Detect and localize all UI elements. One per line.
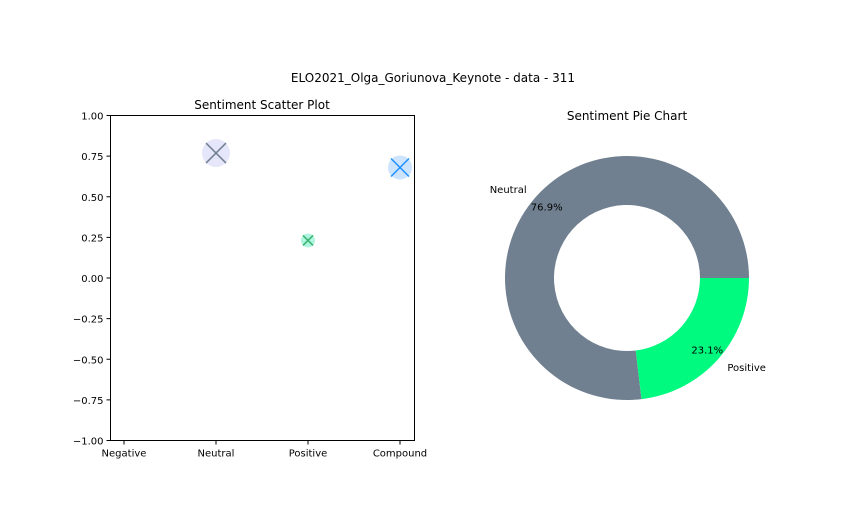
figure: ELO2021_Olga_Goriunova_Keynote - data - … xyxy=(0,0,851,530)
scatter-point-neutral xyxy=(202,139,230,167)
y-tick-label: −0.50 xyxy=(73,355,104,366)
pie-title: Sentiment Pie Chart xyxy=(567,109,688,123)
figure-title: ELO2021_Olga_Goriunova_Keynote - data - … xyxy=(291,71,575,85)
pie-chart: Sentiment Pie Chart Neutral 76.9% Positive… xyxy=(490,109,766,400)
pie-slices xyxy=(505,156,749,400)
y-tick-label: 0.75 xyxy=(81,152,103,163)
scatter-point-positive xyxy=(301,233,315,247)
scatter-points xyxy=(202,139,412,247)
pie-label-positive: Positive xyxy=(727,363,766,374)
scatter-title: Sentiment Scatter Plot xyxy=(194,98,330,112)
scatter-chart: Sentiment Scatter Plot 1.00 0.75 0.50 0.25 0… xyxy=(73,98,427,460)
y-tick-label: −0.25 xyxy=(73,315,104,326)
pie-slice-positive xyxy=(636,278,749,399)
y-tick-label: −1.00 xyxy=(73,437,104,448)
y-axis: 1.00 0.75 0.50 0.25 0.00 −0.25 −0.50 −0.75 −1.00 xyxy=(73,112,111,448)
scatter-plot-area xyxy=(111,116,415,441)
x-tick-label: Neutral xyxy=(198,449,235,460)
pie-pct-label-neutral: 76.9% xyxy=(531,203,563,214)
y-tick-label: 0.50 xyxy=(81,193,103,204)
x-tick-label: Negative xyxy=(102,449,147,460)
x-tick-label: Positive xyxy=(289,449,328,460)
pie-pct-label-positive: 23.1% xyxy=(691,345,723,356)
y-tick-label: −0.75 xyxy=(73,396,104,407)
x-axis: Negative Neutral Positive Compound xyxy=(102,441,428,460)
x-tick-label: Compound xyxy=(373,449,427,460)
scatter-point-compound xyxy=(388,156,412,180)
y-tick-label: 1.00 xyxy=(81,112,103,123)
y-tick-label: 0.00 xyxy=(81,274,103,285)
pie-label-neutral: Neutral xyxy=(490,185,527,196)
y-tick-label: 0.25 xyxy=(81,233,103,244)
